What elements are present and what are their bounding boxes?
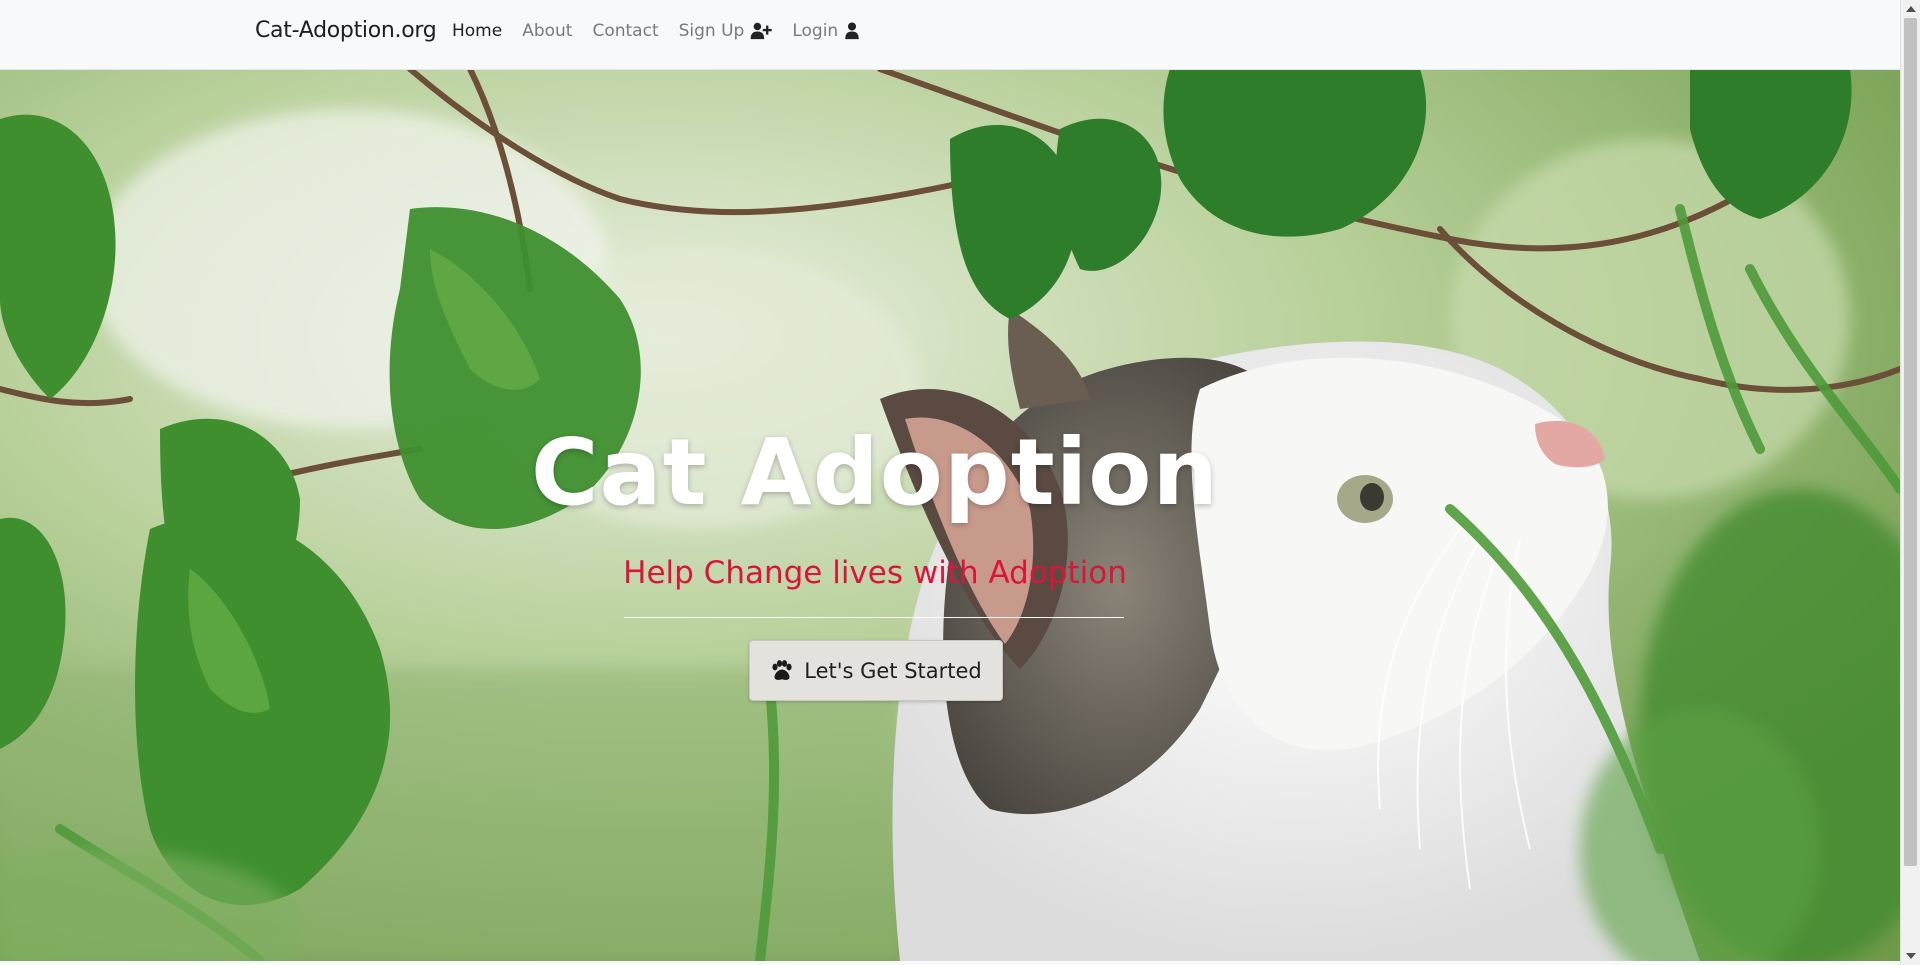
vertical-scrollbar[interactable]: [1900, 0, 1920, 965]
nav-contact-label: Contact: [592, 21, 659, 41]
nav-login-link[interactable]: Login: [792, 21, 860, 41]
scrollbar-thumb[interactable]: [1904, 18, 1917, 866]
paw-icon: [772, 659, 792, 680]
hero-content: Cat Adoption Help Change lives with Adop…: [0, 69, 1750, 961]
hero-title: Cat Adoption: [531, 419, 1219, 526]
scroll-down-arrow-icon[interactable]: [1906, 953, 1916, 959]
page-bottom-edge: [0, 961, 1900, 965]
hero-subtitle: Help Change lives with Adoption: [623, 555, 1127, 591]
hero-divider: [624, 617, 1124, 618]
nav-signup-link[interactable]: Sign Up: [679, 21, 773, 41]
nav-signup-label: Sign Up: [678, 21, 745, 41]
get-started-button[interactable]: Let's Get Started: [749, 640, 1003, 701]
nav-login-label: Login: [792, 21, 839, 41]
get-started-label: Let's Get Started: [804, 658, 982, 683]
nav-contact-link[interactable]: Contact: [592, 21, 658, 41]
user-plus-icon: [750, 22, 773, 40]
nav-home-link[interactable]: Home: [452, 21, 502, 41]
nav-about-link[interactable]: About: [522, 21, 572, 41]
user-icon: [845, 22, 859, 40]
nav-about-label: About: [522, 21, 573, 41]
top-navbar: Cat-Adoption.org Home About Contact Sign…: [0, 0, 1900, 70]
scroll-up-arrow-icon[interactable]: [1906, 6, 1916, 12]
nav-home-label: Home: [452, 21, 503, 41]
nav-links: Home About Contact Sign Up Login: [452, 21, 860, 41]
hero-section: Cat Adoption Help Change lives with Adop…: [0, 69, 1900, 961]
brand-logo[interactable]: Cat-Adoption.org: [255, 18, 437, 43]
